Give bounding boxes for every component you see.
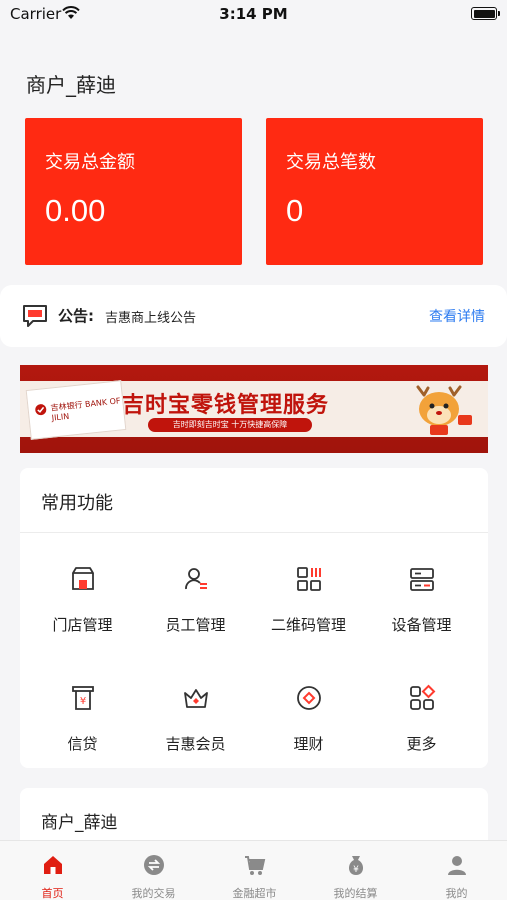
function-credit[interactable]: ¥ 信贷 [24,683,141,783]
notice-text: 吉惠商上线公告 [105,311,197,326]
function-label: 设备管理 [391,616,452,634]
crown-icon [184,689,208,708]
function-qrcode-management[interactable]: 二维码管理 [250,564,367,664]
stat-label: 交易总笔数 [286,152,376,173]
finance-icon [297,686,321,710]
function-label: 更多 [406,735,437,753]
home-icon [44,856,62,874]
banner-body: 吉林银行 BANK OF JILIN 吉时宝零钱管理服务 吉时即刻吉时宝 十万快… [20,380,488,440]
tab-home[interactable]: 首页 [2,841,103,900]
total-amount-card[interactable]: 交易总金额 0.00 [25,118,242,265]
transaction-icon [144,855,164,875]
bank-logo-icon [35,404,47,416]
stat-value: 0.00 [45,193,106,228]
staff-icon [185,568,207,590]
merchant-card[interactable]: 商户_薛迪 [20,788,488,848]
tab-my-transactions[interactable]: 我的交易 [103,841,204,900]
cart-icon [245,856,266,875]
promo-banner[interactable]: 吉林银行 BANK OF JILIN 吉时宝零钱管理服务 吉时即刻吉时宝 十万快… [20,365,488,453]
status-bar: Carrier 3:14 PM [0,0,507,30]
merchant-title: 商户_薛迪 [26,73,116,97]
function-label: 员工管理 [165,616,226,634]
function-staff-management[interactable]: 员工管理 [137,564,254,664]
function-label: 吉惠会员 [165,735,226,753]
function-label: 信贷 [67,735,98,753]
more-icon [410,684,436,710]
section-title: 常用功能 [41,493,113,514]
total-count-card[interactable]: 交易总笔数 0 [266,118,483,265]
function-finance[interactable]: 理财 [250,683,367,783]
announcement-bar[interactable]: 公告: 吉惠商上线公告 查看详情 [0,285,507,347]
view-details-link[interactable]: 查看详情 [429,306,485,326]
stat-label: 交易总金额 [45,152,135,173]
message-icon [23,305,47,327]
qrcode-icon [297,567,321,591]
function-member[interactable]: 吉惠会员 [137,683,254,783]
function-more[interactable]: 更多 [363,683,480,783]
tab-my-settlement[interactable]: ¥ 我的结算 [305,841,406,900]
function-device-management[interactable]: 设备管理 [363,564,480,664]
battery-icon [471,7,500,20]
function-store-management[interactable]: 门店管理 [24,564,141,664]
common-functions-card: 常用功能 门店管理 员工管理 二维码管理 设备管理 ¥ 信贷 吉惠会员 理财 更… [20,468,488,768]
banner-subtitle: 吉时即刻吉时宝 十万快捷高保障 [148,418,312,432]
moneybag-icon: ¥ [348,856,364,875]
store-icon [72,567,94,590]
banner-title: 吉时宝零钱管理服务 [122,392,330,418]
tab-bar: 首页 我的交易 金融超市 ¥ 我的结算 我的 [0,840,507,900]
tab-finance-market[interactable]: 金融超市 [204,841,305,900]
tab-label: 我的结算 [333,887,378,900]
device-icon [410,568,434,591]
svg-text:¥: ¥ [353,865,359,875]
notice-label: 公告: [58,307,94,325]
deer-mascot-icon [416,385,472,435]
tab-me[interactable]: 我的 [406,841,507,900]
function-label: 门店管理 [52,616,113,634]
function-label: 理财 [293,735,324,753]
tab-label: 首页 [41,887,64,900]
user-icon [448,856,466,875]
tab-label: 金融超市 [232,887,277,900]
divider [20,532,488,533]
svg-text:¥: ¥ [80,696,86,707]
bank-name: 吉林银行 BANK OF JILIN [50,396,121,423]
function-label: 二维码管理 [270,616,346,634]
merchant-card-title: 商户_薛迪 [41,813,118,833]
clock: 3:14 PM [219,5,288,23]
tab-label: 我的交易 [131,887,176,900]
credit-icon: ¥ [72,686,94,710]
stat-value: 0 [286,193,304,228]
bank-card-graphic: 吉林银行 BANK OF JILIN [25,380,127,440]
tab-label: 我的 [445,887,468,900]
